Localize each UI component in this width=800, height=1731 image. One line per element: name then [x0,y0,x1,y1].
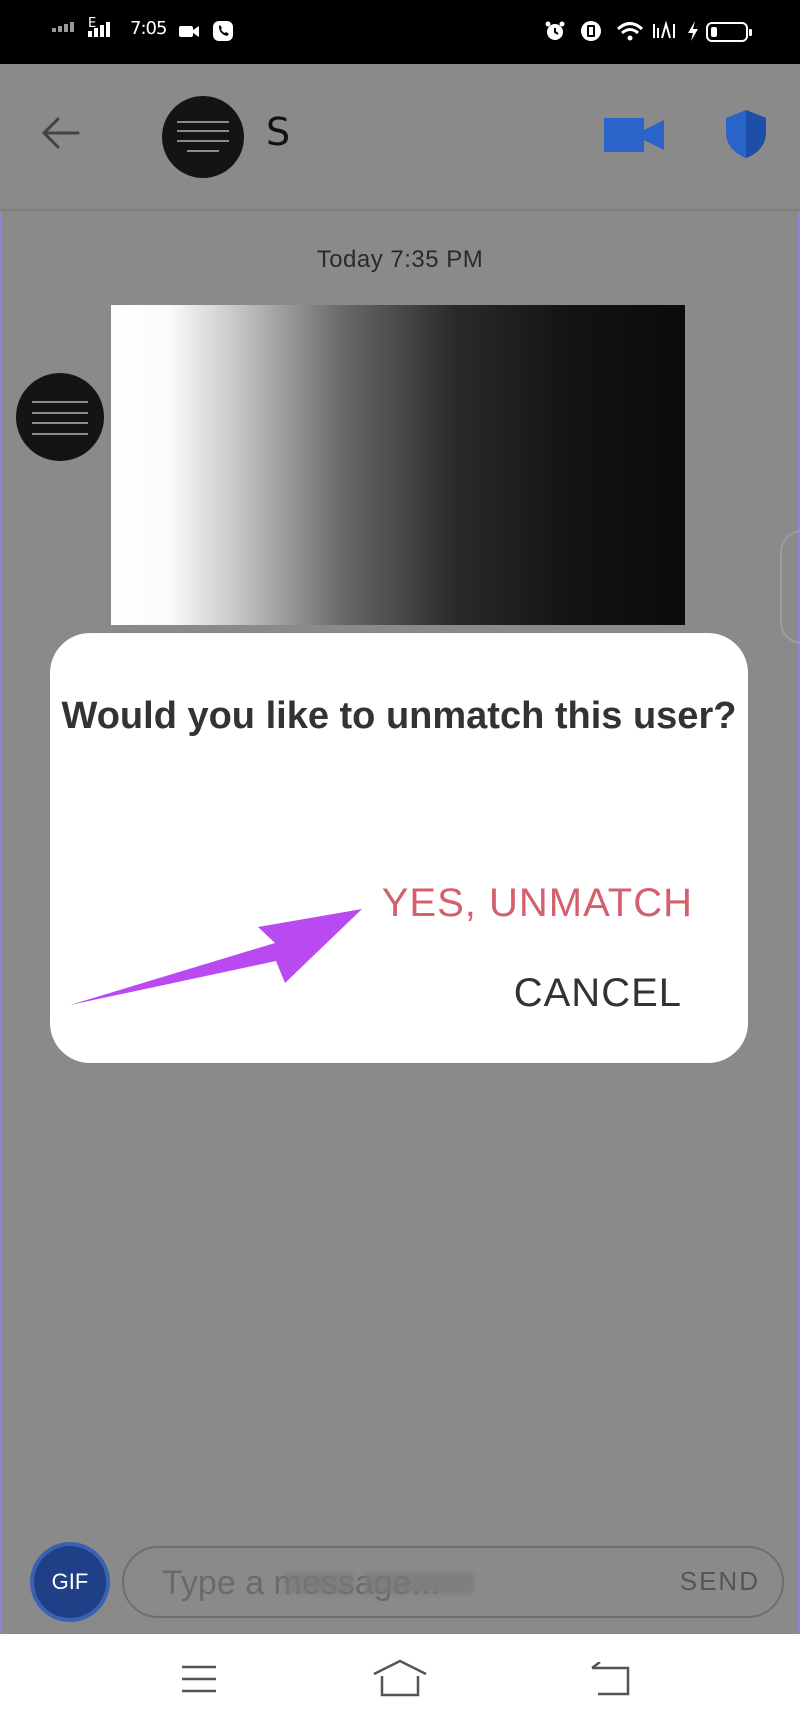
cancel-button[interactable]: CANCEL [514,971,682,1016]
shield-icon[interactable] [724,108,768,160]
charging-icon [688,21,698,41]
contact-avatar[interactable] [162,96,244,178]
chat-header: S [0,64,800,211]
wifi-icon [616,22,644,41]
clock: 7:05 [130,18,167,39]
volte-signal-icon [653,20,675,39]
alarm-icon [545,21,565,40]
signal-strength-icon-2 [88,22,110,37]
contact-name[interactable]: S [266,110,290,154]
status-bar: E 7:05 [0,0,800,64]
side-handle [780,530,800,644]
gif-button[interactable]: GIF [34,1546,106,1618]
system-nav-bar [0,1634,800,1731]
annotation-arrow-icon [70,909,362,1005]
vibrate-icon [581,21,601,41]
yes-unmatch-button[interactable]: YES, UNMATCH [382,881,693,926]
media-message[interactable] [111,305,685,625]
redacted-text [284,1572,354,1594]
message-timestamp: Today 7:35 PM [316,246,484,273]
send-button[interactable]: SEND [680,1566,760,1597]
dialog-title: Would you like to unmatch this user? [61,695,737,737]
message-composer: SEND [122,1546,784,1618]
back-arrow-icon[interactable] [40,116,80,150]
sender-avatar[interactable] [16,373,104,461]
viber-icon [213,21,233,41]
back-icon[interactable] [590,1662,630,1696]
home-icon[interactable] [372,1658,428,1698]
battery-icon [706,22,752,42]
signal-strength-icon [52,22,74,32]
video-camera-icon[interactable] [604,116,664,154]
video-notification-icon [179,26,199,37]
redacted-text [364,1572,474,1594]
menu-icon[interactable] [180,1664,218,1694]
